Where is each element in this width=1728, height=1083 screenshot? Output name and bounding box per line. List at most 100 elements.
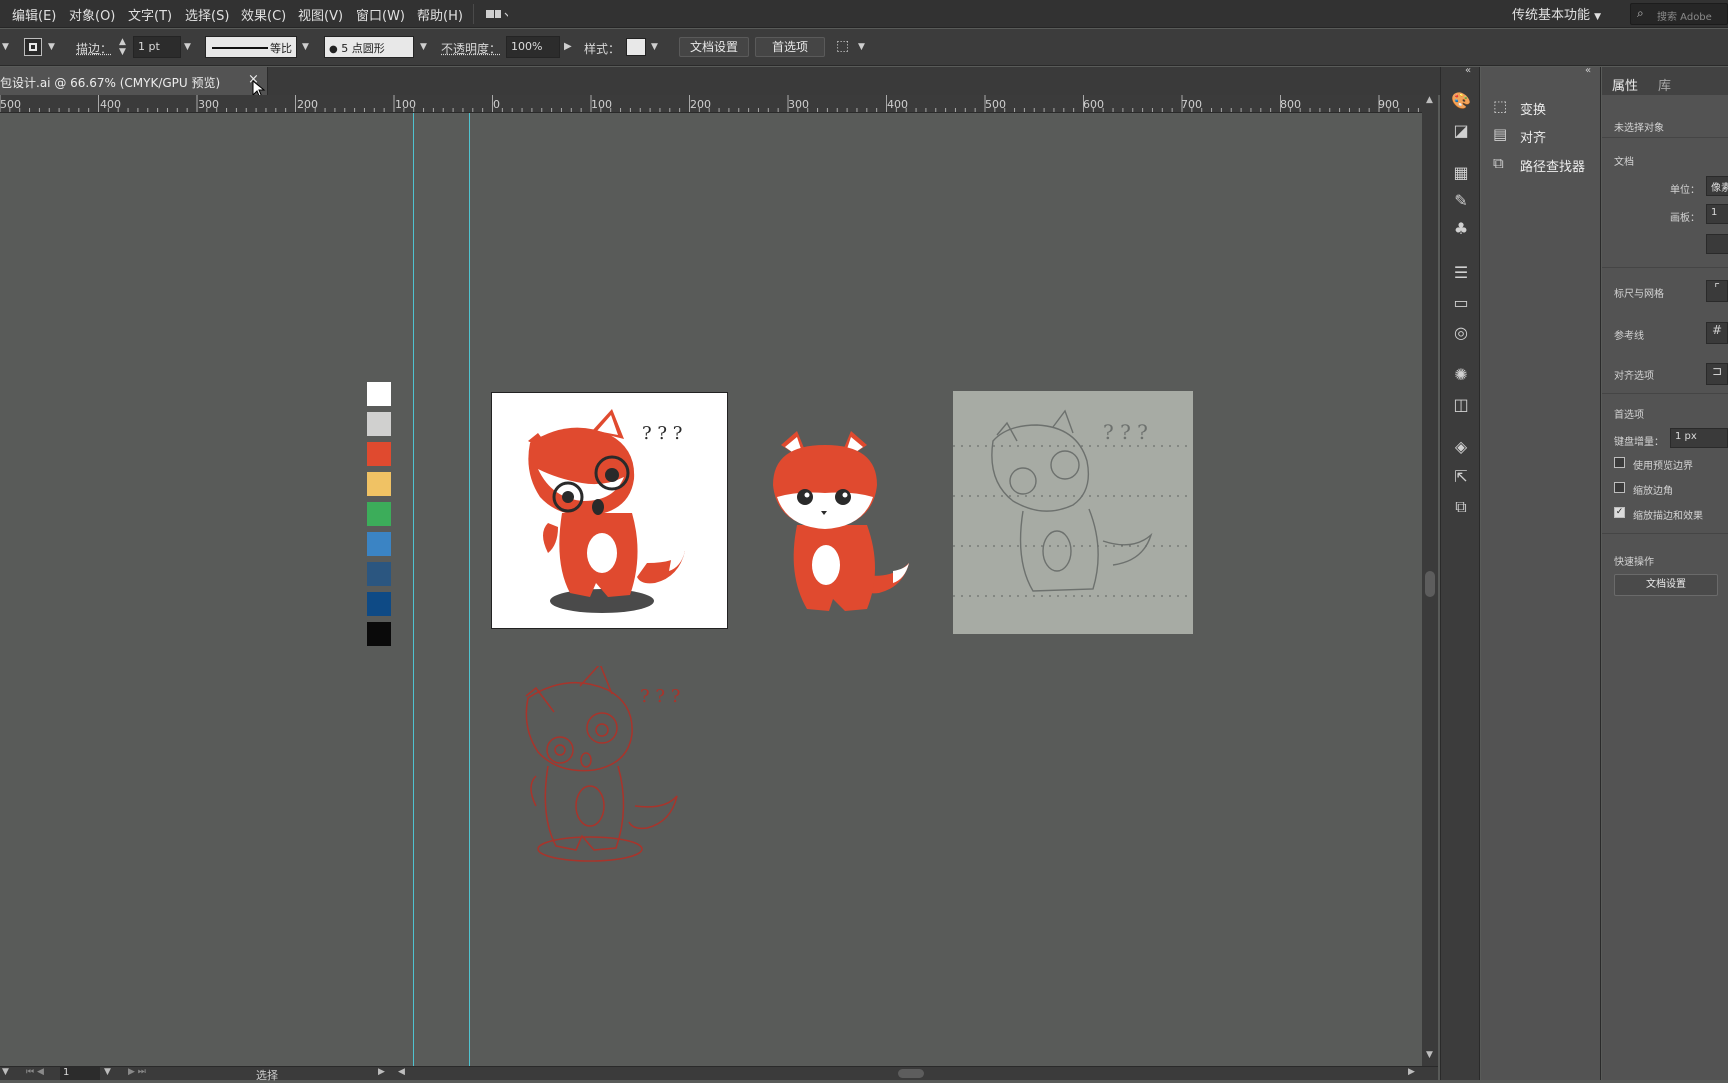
chevron-right-icon[interactable]: ▶ bbox=[564, 41, 572, 52]
guides-icon[interactable]: # bbox=[1706, 322, 1728, 344]
graphic-style-swatch[interactable] bbox=[626, 38, 646, 56]
arrange-documents-button[interactable] bbox=[473, 4, 512, 24]
vertical-scrollbar[interactable]: ▲ ▼ bbox=[1422, 95, 1438, 1066]
color-swatch[interactable] bbox=[367, 382, 391, 406]
ruler-label: 400 bbox=[887, 98, 908, 111]
chevron-up-icon[interactable]: ▲ bbox=[1426, 95, 1433, 105]
snap-icon[interactable]: ⊐ bbox=[1706, 363, 1728, 385]
stroke-color-swatch[interactable] bbox=[24, 38, 42, 56]
chevron-right-icon[interactable]: ▶ bbox=[378, 1067, 385, 1077]
color-swatch[interactable] bbox=[367, 472, 391, 496]
color-swatch[interactable] bbox=[367, 622, 391, 646]
menu-view[interactable]: 视图(V) bbox=[298, 5, 343, 24]
chevron-down-icon[interactable]: ▼ bbox=[302, 42, 309, 52]
scale-strokes-checkbox[interactable]: ✓ bbox=[1614, 507, 1625, 518]
panel-transform[interactable]: ⬚ 变换 bbox=[1493, 97, 1593, 118]
snap-options-label: 对齐选项 bbox=[1614, 371, 1654, 382]
fox-standing-artwork[interactable] bbox=[763, 425, 913, 625]
vertical-guide[interactable] bbox=[469, 113, 470, 1066]
menu-type[interactable]: 文字(T) bbox=[128, 5, 172, 24]
color-guide-icon[interactable]: ◪ bbox=[1451, 121, 1471, 141]
chevron-down-icon: ▼ bbox=[1594, 12, 1602, 22]
scale-corners-checkbox[interactable] bbox=[1614, 482, 1625, 493]
chevron-down-icon[interactable]: ▼ bbox=[2, 1067, 9, 1077]
edit-artboards-button[interactable] bbox=[1706, 234, 1728, 254]
collapsed-panel-group: « ⬚ 变换 ▤ 对齐 ⧉ 路径查找器 bbox=[1481, 65, 1601, 1080]
opacity-label[interactable]: 不透明度： bbox=[441, 40, 501, 57]
panel-align[interactable]: ▤ 对齐 bbox=[1493, 125, 1593, 146]
horizontal-ruler[interactable]: 500 400 300 200 100 0 100 200 300 400 50… bbox=[0, 95, 1422, 113]
stroke-icon[interactable]: ☰ bbox=[1451, 263, 1471, 283]
fox-glasses-artwork[interactable]: ? ? ? bbox=[491, 392, 728, 629]
fox-lineart-artwork[interactable]: ? ? ? bbox=[520, 662, 700, 866]
stroke-label[interactable]: 描边： bbox=[76, 40, 112, 57]
chevron-left-icon[interactable]: ◀ bbox=[398, 1067, 405, 1077]
color-palette-icon[interactable]: 🎨 bbox=[1451, 91, 1471, 111]
layers-icon[interactable]: ◈ bbox=[1451, 437, 1471, 457]
keyboard-increment-input[interactable]: 1 px bbox=[1670, 428, 1728, 448]
document-setup-button[interactable]: 文档设置 bbox=[679, 37, 749, 57]
artboard-number-input[interactable]: 1 bbox=[60, 1067, 100, 1080]
ruler-label: 900 bbox=[1378, 98, 1399, 111]
chevron-down-icon[interactable]: ▼ bbox=[858, 42, 865, 52]
workspace-switcher[interactable]: 传统基本功能 ▼ bbox=[1512, 4, 1601, 23]
color-swatch[interactable] bbox=[367, 532, 391, 556]
graphic-styles-icon[interactable]: ◫ bbox=[1451, 395, 1471, 415]
menu-object[interactable]: 对象(O) bbox=[69, 5, 115, 24]
collapse-icon[interactable]: « bbox=[1585, 65, 1591, 76]
quick-doc-setup-button[interactable]: 文档设置 bbox=[1614, 574, 1718, 596]
preferences-button[interactable]: 首选项 bbox=[755, 37, 825, 57]
color-swatch[interactable] bbox=[367, 412, 391, 436]
units-select[interactable]: 像素 bbox=[1706, 176, 1728, 196]
chevron-down-icon[interactable]: ▼ bbox=[48, 42, 55, 52]
gradient-icon[interactable]: ▭ bbox=[1451, 293, 1471, 313]
pencil-sketch-photo[interactable]: ? ? ? bbox=[953, 391, 1193, 634]
symbols-icon[interactable]: ♣ bbox=[1451, 219, 1471, 239]
chevron-right-icon[interactable]: ▶ bbox=[1408, 1067, 1415, 1077]
appearance-icon[interactable]: ✺ bbox=[1451, 365, 1471, 385]
artboard-select[interactable]: 1 bbox=[1706, 204, 1728, 224]
menu-select[interactable]: 选择(S) bbox=[185, 5, 229, 24]
collapse-icon[interactable]: « bbox=[1465, 65, 1471, 76]
guides-label: 参考线 bbox=[1614, 331, 1644, 342]
artboard-canvas[interactable]: ? ? ? ? ? ? ? ? ? bbox=[0, 113, 1422, 1066]
brushes-icon[interactable]: ✎ bbox=[1451, 191, 1471, 211]
menu-window[interactable]: 窗口(W) bbox=[356, 5, 405, 24]
next-artboard-icon[interactable]: ▶ ⏭ bbox=[128, 1067, 146, 1077]
chevron-down-icon[interactable]: ▼ bbox=[420, 42, 427, 52]
chevron-down-icon[interactable]: ▼ bbox=[104, 1067, 111, 1077]
transparency-icon[interactable]: ◎ bbox=[1451, 323, 1471, 343]
vertical-guide[interactable] bbox=[413, 113, 414, 1066]
horizontal-scroll-thumb[interactable] bbox=[898, 1069, 924, 1078]
color-swatch[interactable] bbox=[367, 442, 391, 466]
chevron-down-icon[interactable]: ▼ bbox=[184, 42, 191, 52]
first-artboard-icon[interactable]: ⏮ ◀ bbox=[26, 1067, 44, 1077]
scroll-thumb[interactable] bbox=[1425, 571, 1435, 597]
tab-libraries[interactable]: 库 bbox=[1658, 75, 1671, 94]
ruler-icon[interactable]: ⌜ bbox=[1706, 280, 1728, 302]
artboards-icon[interactable]: ⧉ bbox=[1451, 497, 1471, 517]
color-swatch[interactable] bbox=[367, 502, 391, 526]
panel-pathfinder[interactable]: ⧉ 路径查找器 bbox=[1493, 154, 1599, 175]
stepper-icon[interactable]: ▲ ▼ bbox=[119, 37, 126, 57]
arrange-icon[interactable]: ⬚ bbox=[836, 38, 849, 54]
chevron-down-icon[interactable]: ▼ bbox=[2, 42, 9, 52]
export-icon[interactable]: ⇱ bbox=[1451, 467, 1471, 487]
color-swatch[interactable] bbox=[367, 562, 391, 586]
chevron-down-icon[interactable]: ▼ bbox=[1426, 1050, 1433, 1060]
menu-help[interactable]: 帮助(H) bbox=[417, 5, 463, 24]
menu-edit[interactable]: 编辑(E) bbox=[12, 5, 56, 24]
opacity-input[interactable]: 100% bbox=[506, 36, 560, 58]
preview-bounds-label: 使用预览边界 bbox=[1633, 461, 1693, 472]
preview-bounds-checkbox[interactable] bbox=[1614, 457, 1625, 468]
swatches-icon[interactable]: ▦ bbox=[1451, 163, 1471, 183]
menu-effect[interactable]: 效果(C) bbox=[241, 5, 286, 24]
tab-properties[interactable]: 属性 bbox=[1612, 75, 1638, 94]
document-tab[interactable]: 包设计.ai @ 66.67% (CMYK/GPU 预览) × bbox=[0, 67, 268, 95]
stroke-weight-input[interactable]: 1 pt bbox=[133, 36, 181, 58]
search-input[interactable]: ⌕ 搜索 Adobe bbox=[1630, 3, 1728, 25]
chevron-down-icon[interactable]: ▼ bbox=[651, 42, 658, 52]
stroke-profile-select[interactable]: 等比 bbox=[205, 36, 297, 58]
brush-select[interactable]: ● 5 点圆形 bbox=[324, 36, 414, 58]
color-swatch[interactable] bbox=[367, 592, 391, 616]
